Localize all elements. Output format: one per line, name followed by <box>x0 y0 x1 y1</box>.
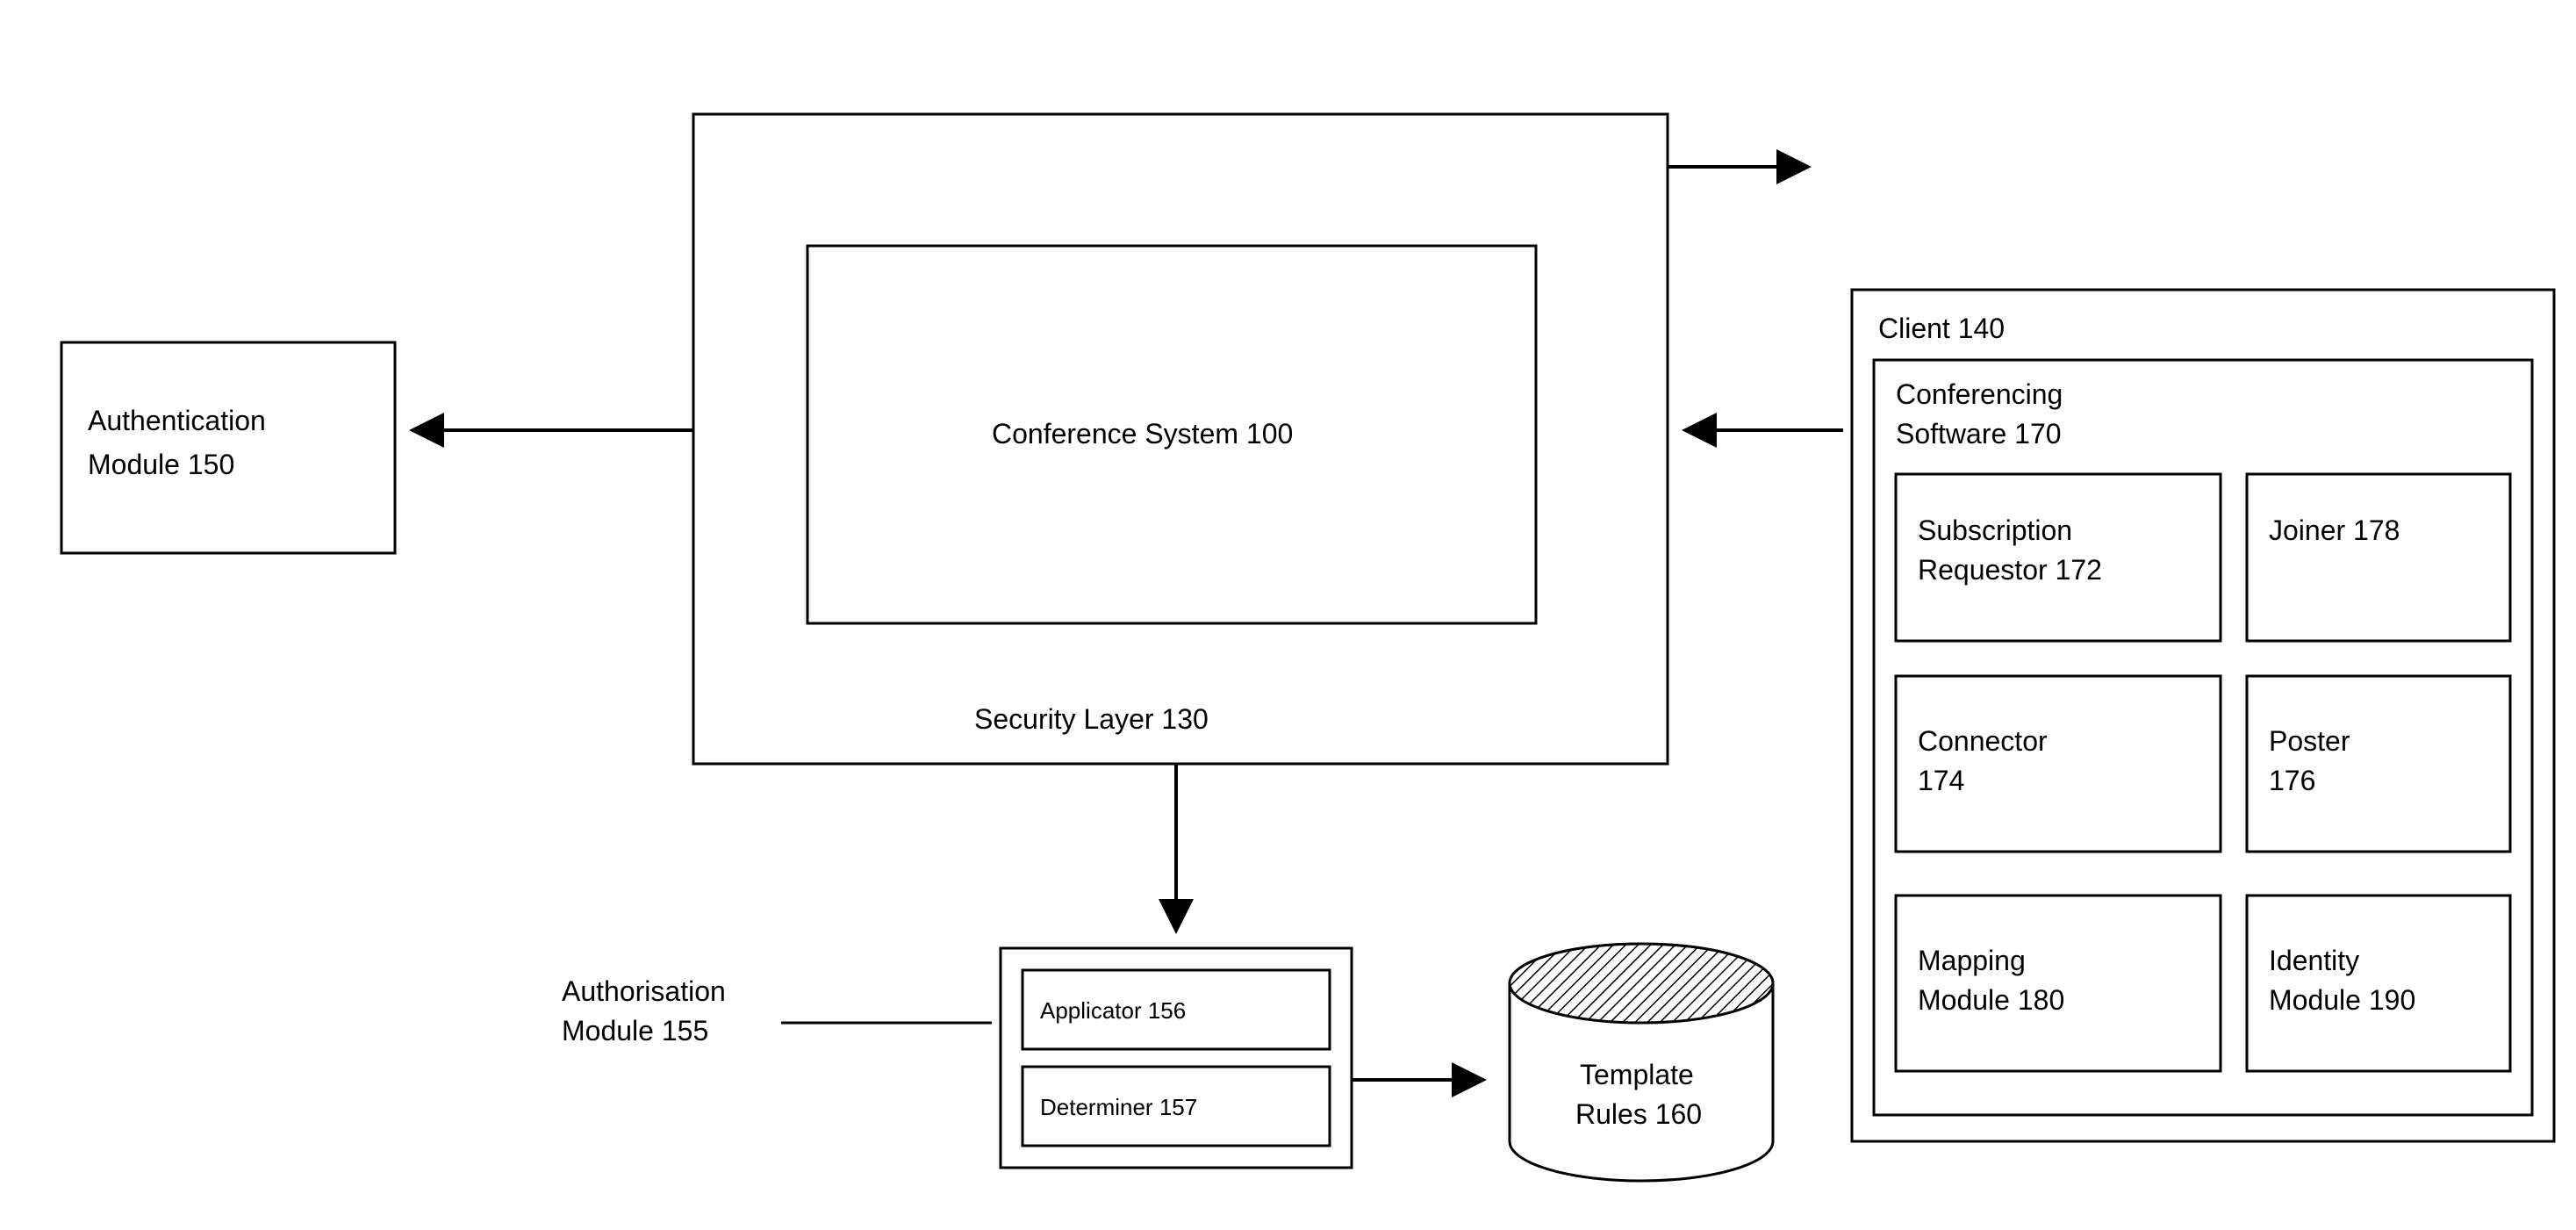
template-rules-line1: Template <box>1580 1059 1694 1090</box>
auth-module-line2: Module 150 <box>88 449 234 480</box>
template-rules-line2: Rules 160 <box>1575 1098 1702 1130</box>
identity-line1: Identity <box>2269 945 2359 976</box>
authz-line2: Module 155 <box>562 1015 708 1047</box>
conf-sw-line1: Conferencing <box>1896 378 2063 410</box>
authz-line1: Authorisation <box>562 975 726 1007</box>
template-rules-cylinder: Template Rules 160 <box>1510 944 1773 1181</box>
mapping-line2: Module 180 <box>1918 984 2064 1016</box>
subreq-line1: Subscription <box>1918 514 2072 546</box>
poster-line1: Poster <box>2269 725 2350 757</box>
identity-line2: Module 190 <box>2269 984 2415 1016</box>
connector-line2: 174 <box>1918 765 1964 796</box>
conference-system-title: Conference System 100 <box>992 418 1293 450</box>
authorisation-module-box: Applicator 156 Determiner 157 <box>1001 948 1352 1168</box>
subreq-line2: Requestor 172 <box>1918 554 2102 586</box>
mapping-line1: Mapping <box>1918 945 2026 976</box>
joiner-title: Joiner 178 <box>2269 514 2400 546</box>
poster-line2: 176 <box>2269 765 2315 796</box>
conferencing-software-box: Conferencing Software 170 Subscription R… <box>1874 360 2532 1115</box>
authentication-module-box: Authentication Module 150 <box>61 342 395 553</box>
applicator-label: Applicator 156 <box>1040 997 1186 1024</box>
auth-module-line1: Authentication <box>88 405 266 436</box>
determiner-label: Determiner 157 <box>1040 1094 1197 1120</box>
conference-system-box: Conference System 100 <box>807 246 1536 623</box>
client-title: Client 140 <box>1878 313 2005 344</box>
security-layer-title: Security Layer 130 <box>974 703 1209 735</box>
connector-line1: Connector <box>1918 725 2048 757</box>
conf-sw-line2: Software 170 <box>1896 418 2062 450</box>
architecture-diagram: Authentication Module 150 Security Layer… <box>0 0 2576 1230</box>
